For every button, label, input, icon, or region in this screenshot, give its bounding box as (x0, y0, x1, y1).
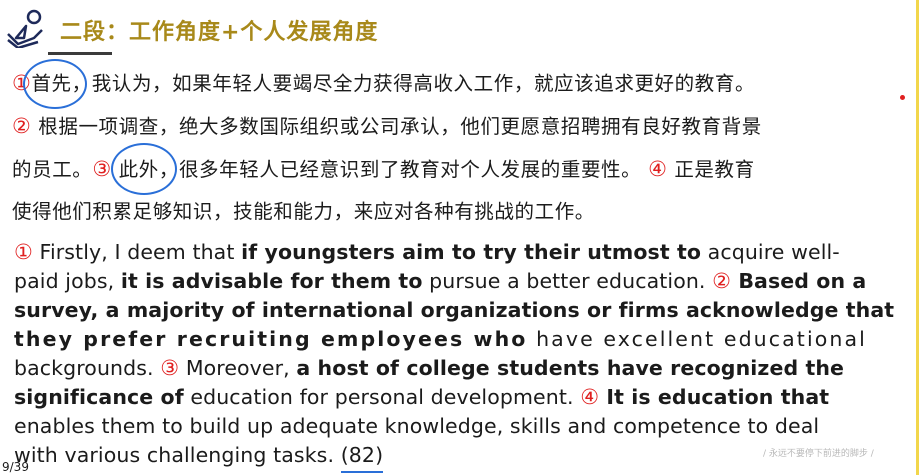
cn-line-2: ② 根据一项调查，绝大多数国际组织或公司承认，他们更愿意招聘拥有良好教育背景 (12, 114, 762, 138)
section-header: 二段：工作角度+个人发展角度 (4, 8, 704, 55)
en-line-3: survey, a majority of international orga… (14, 298, 895, 322)
point-number-2: ② (12, 114, 32, 138)
en-line-6: significance of education for personal d… (14, 385, 830, 409)
english-paragraph: ① Firstly, I deem that if youngsters aim… (14, 238, 904, 473)
section-title: 二段：工作角度+个人发展角度 (60, 20, 379, 45)
circled-word-moreover: 此外 (110, 143, 177, 195)
cn-line-4: 使得他们积累足够知识，技能和能力，来应对各种有挑战的工作。 (12, 200, 595, 223)
reading-person-icon (7, 9, 43, 48)
en-line-7: enables them to build up adequate knowle… (14, 414, 820, 438)
page-number: 9/39 (2, 460, 29, 474)
cn-line-1: ①首先 ，我认为，如果年轻人要竭尽全力获得高收入工作，就应该追求更好的教育。 (12, 59, 904, 109)
annotation-underline (340, 471, 384, 473)
en-line-1: ① Firstly, I deem that if youngsters aim… (14, 240, 840, 264)
en-line-5: backgrounds. ③ Moreover, a host of colle… (14, 356, 845, 380)
circled-word-first: 首先 (23, 59, 88, 109)
point-number-1: ① (12, 71, 32, 95)
chinese-paragraph: ①首先 ，我认为，如果年轻人要竭尽全力获得高收入工作，就应该追求更好的教育。 ② … (12, 59, 904, 233)
en-line-2: paid jobs, it is advisable for them to p… (14, 269, 867, 293)
word-count-score: (82) (340, 441, 384, 473)
point-number-4: ④ (648, 157, 668, 181)
watermark: / 永远不要停下前进的脚步 / (763, 449, 874, 459)
laser-pointer-dot (900, 95, 905, 100)
en-line-4: they prefer recruiting employees who hav… (14, 327, 867, 351)
point-number-3: ③ (92, 157, 112, 181)
cn-line-3: 的员工。③ 此外 ，很多年轻人已经意识到了教育对个人发展的重要性。 ④ 正是教育 (12, 143, 904, 195)
title-underline (48, 52, 112, 55)
slide: 二段：工作角度+个人发展角度 ①首先 ，我认为，如果年轻人要竭尽全力获得高收入工作… (0, 0, 919, 475)
